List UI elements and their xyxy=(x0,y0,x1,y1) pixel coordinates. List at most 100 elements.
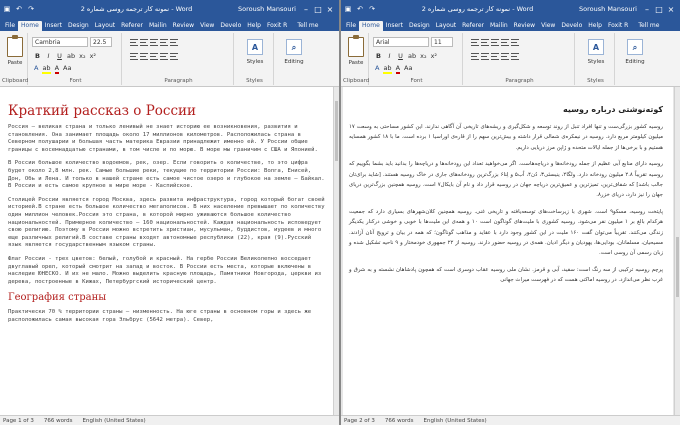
language-indicator[interactable]: English (United States) xyxy=(424,418,487,424)
user-name[interactable]: Soroush Mansouri xyxy=(238,5,296,13)
align-center-icon[interactable] xyxy=(140,53,148,60)
align-center-icon[interactable] xyxy=(481,53,489,60)
styles-icon[interactable]: A xyxy=(588,39,604,55)
tab-insert[interactable]: Insert xyxy=(42,21,65,31)
font-color-icon[interactable]: A xyxy=(395,64,401,74)
paste-icon[interactable] xyxy=(7,35,23,57)
line-spacing-icon[interactable] xyxy=(170,53,178,60)
highlight-icon[interactable]: ab xyxy=(42,64,51,74)
italic-icon[interactable]: I xyxy=(386,52,393,60)
undo-icon[interactable]: ↶ xyxy=(15,5,23,13)
tab-home[interactable]: Home xyxy=(359,21,383,31)
bullets-icon[interactable] xyxy=(471,39,479,46)
tab-developer[interactable]: Develo xyxy=(558,21,585,31)
redo-icon[interactable]: ↷ xyxy=(368,5,376,13)
numbering-icon[interactable] xyxy=(481,39,489,46)
tab-help[interactable]: Help xyxy=(244,21,264,31)
tab-view[interactable]: View xyxy=(538,21,558,31)
redo-icon[interactable]: ↷ xyxy=(27,5,35,13)
bullets-icon[interactable] xyxy=(130,39,138,46)
superscript-icon[interactable]: x² xyxy=(90,52,96,60)
underline-icon[interactable]: U xyxy=(397,52,404,60)
justify-icon[interactable] xyxy=(501,53,509,60)
word-count[interactable]: 766 words xyxy=(385,418,414,424)
bold-icon[interactable]: B xyxy=(34,52,41,60)
page-count[interactable]: Page 2 of 3 xyxy=(344,418,375,424)
editing-search-icon[interactable]: ⌕ xyxy=(286,39,302,55)
tell-me-search[interactable]: Tell me xyxy=(635,21,662,31)
align-left-icon[interactable] xyxy=(471,53,479,60)
subscript-icon[interactable]: x₂ xyxy=(420,52,426,60)
minimize-icon[interactable]: – xyxy=(300,5,312,14)
undo-icon[interactable]: ↶ xyxy=(356,5,364,13)
tell-me-search[interactable]: Tell me xyxy=(294,21,321,31)
font-name-box[interactable]: Cambria xyxy=(32,37,88,47)
line-spacing-icon[interactable] xyxy=(511,53,519,60)
tab-references[interactable]: Referer xyxy=(459,21,487,31)
highlight-icon[interactable]: ab xyxy=(383,64,392,74)
superscript-icon[interactable]: x² xyxy=(431,52,437,60)
save-icon[interactable]: ▣ xyxy=(344,5,352,13)
tab-layout[interactable]: Layout xyxy=(92,21,118,31)
text-effects-icon[interactable]: A xyxy=(375,64,379,74)
align-left-icon[interactable] xyxy=(130,53,138,60)
tab-view[interactable]: View xyxy=(197,21,217,31)
word-count[interactable]: 766 words xyxy=(44,418,73,424)
tab-file[interactable]: File xyxy=(343,21,359,31)
decrease-indent-icon[interactable] xyxy=(501,39,509,46)
minimize-icon[interactable]: – xyxy=(641,5,653,14)
tab-review[interactable]: Review xyxy=(170,21,197,31)
tab-foxit[interactable]: Foxit R xyxy=(264,21,290,31)
tab-help[interactable]: Help xyxy=(585,21,605,31)
font-size-box[interactable]: 22.5 xyxy=(90,37,112,47)
tab-design[interactable]: Design xyxy=(65,21,92,31)
subscript-icon[interactable]: x₂ xyxy=(79,52,85,60)
page-count[interactable]: Page 1 of 3 xyxy=(3,418,34,424)
align-right-icon[interactable] xyxy=(491,53,499,60)
tab-developer[interactable]: Develo xyxy=(217,21,244,31)
save-icon[interactable]: ▣ xyxy=(3,5,11,13)
grow-font-icon[interactable]: Aa xyxy=(404,64,412,74)
scroll-thumb[interactable] xyxy=(676,237,679,297)
increase-indent-icon[interactable] xyxy=(170,39,178,46)
tab-design[interactable]: Design xyxy=(406,21,433,31)
paste-icon[interactable] xyxy=(348,35,364,57)
maximize-icon[interactable]: □ xyxy=(312,5,324,14)
document-page[interactable]: کوته‌نوشتی درباره روسیه روسیه کشور بزرگی… xyxy=(343,87,673,415)
increase-indent-icon[interactable] xyxy=(511,39,519,46)
font-name-box[interactable]: Arial xyxy=(373,37,429,47)
multilevel-list-icon[interactable] xyxy=(491,39,499,46)
tab-mailings[interactable]: Mailin xyxy=(487,21,511,31)
close-icon[interactable]: × xyxy=(324,5,336,14)
tab-foxit[interactable]: Foxit R xyxy=(605,21,631,31)
vertical-scrollbar[interactable] xyxy=(674,87,680,415)
language-indicator[interactable]: English (United States) xyxy=(83,418,146,424)
tab-mailings[interactable]: Mailin xyxy=(146,21,170,31)
editing-search-icon[interactable]: ⌕ xyxy=(627,39,643,55)
font-size-box[interactable]: 11 xyxy=(431,37,453,47)
tab-file[interactable]: File xyxy=(2,21,18,31)
bold-icon[interactable]: B xyxy=(375,52,382,60)
italic-icon[interactable]: I xyxy=(45,52,52,60)
user-name[interactable]: Soroush Mansouri xyxy=(579,5,637,13)
grow-font-icon[interactable]: Aa xyxy=(63,64,71,74)
justify-icon[interactable] xyxy=(160,53,168,60)
numbering-icon[interactable] xyxy=(140,39,148,46)
maximize-icon[interactable]: □ xyxy=(653,5,665,14)
strikethrough-icon[interactable]: ab xyxy=(408,52,416,60)
tab-home[interactable]: Home xyxy=(18,21,42,31)
underline-icon[interactable]: U xyxy=(56,52,63,60)
strikethrough-icon[interactable]: ab xyxy=(67,52,75,60)
multilevel-list-icon[interactable] xyxy=(150,39,158,46)
close-icon[interactable]: × xyxy=(665,5,677,14)
tab-references[interactable]: Referer xyxy=(118,21,146,31)
tab-layout[interactable]: Layout xyxy=(433,21,459,31)
document-page[interactable]: Краткий рассказ о России Россия – велика… xyxy=(0,87,333,415)
scroll-thumb[interactable] xyxy=(335,101,338,161)
align-right-icon[interactable] xyxy=(150,53,158,60)
text-effects-icon[interactable]: A xyxy=(34,64,38,74)
decrease-indent-icon[interactable] xyxy=(160,39,168,46)
tab-insert[interactable]: Insert xyxy=(383,21,406,31)
font-color-icon[interactable]: A xyxy=(54,64,60,74)
styles-icon[interactable]: A xyxy=(247,39,263,55)
